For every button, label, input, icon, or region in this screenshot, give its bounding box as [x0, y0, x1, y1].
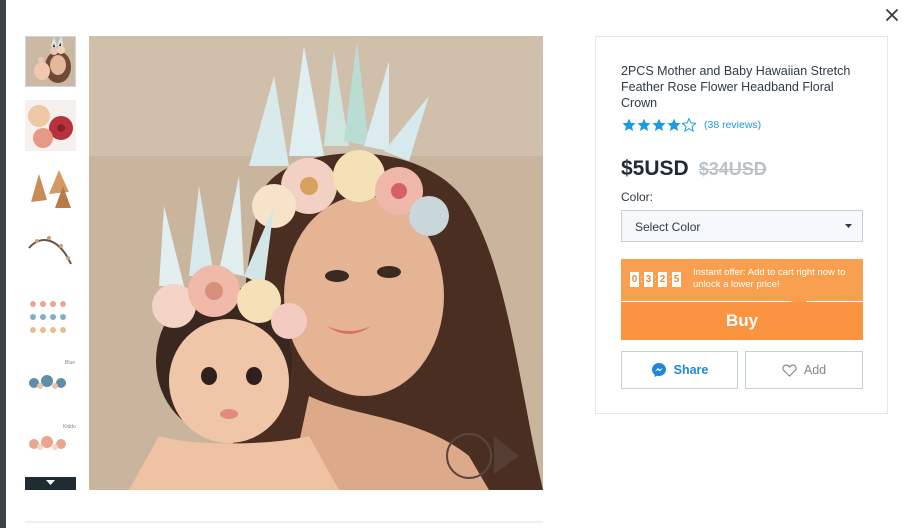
- main-product-image: [89, 36, 543, 490]
- offer-text: Instant offer: Add to cart right now to …: [693, 267, 846, 290]
- star-empty-icon: [682, 118, 696, 132]
- thumbnail-vine-band[interactable]: [25, 228, 76, 279]
- svg-text:Blue: Blue: [65, 360, 75, 366]
- star-filled-icon: [652, 118, 666, 131]
- buy-button[interactable]: Buy: [621, 302, 863, 340]
- instant-offer-banner: 0 : 3 : 2 : 5 Instant offer: Add to cart…: [621, 259, 863, 301]
- original-price: $34USD: [698, 159, 767, 179]
- thumbnail-feathers[interactable]: [25, 164, 76, 215]
- thumbnail-mother-baby-crowns[interactable]: [25, 36, 76, 87]
- add-to-wishlist-button[interactable]: Add: [745, 351, 863, 389]
- color-label: Color:: [621, 190, 654, 204]
- svg-text:Kiddos: Kiddos: [63, 424, 76, 430]
- current-price: $5USD: [621, 157, 689, 180]
- chevron-down-icon: [46, 480, 55, 485]
- thumbnail-rose-flowers[interactable]: [25, 100, 76, 151]
- star-filled-icon: [667, 118, 681, 131]
- thumbnail-pink-variant[interactable]: Kiddos: [25, 420, 76, 471]
- image-bottom-divider: [25, 521, 543, 523]
- star-rating: [622, 118, 697, 132]
- color-select-value: Select Color: [635, 220, 701, 234]
- star-filled-icon: [637, 118, 651, 131]
- thumbnail-strip: Blue Kiddos: [25, 36, 76, 490]
- share-label: Share: [673, 363, 709, 377]
- countdown-digit: 3: [644, 272, 653, 287]
- thumbnails-scroll-down-button[interactable]: [25, 477, 76, 490]
- share-button[interactable]: Share: [621, 351, 738, 389]
- thumbnail-blue-variant[interactable]: Blue: [25, 356, 76, 407]
- product-title: 2PCS Mother and Baby Hawaiian Stretch Fe…: [621, 64, 851, 110]
- buy-button-label: Buy: [725, 311, 759, 330]
- heart-icon: [782, 363, 797, 377]
- color-select[interactable]: Select Color: [621, 210, 863, 242]
- countdown-timer: 0 : 3 : 2 : 5: [630, 272, 681, 287]
- countdown-digit: 0: [630, 272, 639, 287]
- close-button[interactable]: [883, 6, 901, 24]
- rating-row: (38 reviews): [622, 117, 761, 133]
- product-info-panel: 2PCS Mother and Baby Hawaiian Stretch Fe…: [595, 36, 888, 414]
- close-icon: [886, 9, 898, 21]
- star-filled-icon: [622, 118, 636, 131]
- reviews-link[interactable]: (38 reviews): [704, 119, 761, 131]
- thumbnail-color-variants-rows[interactable]: [25, 292, 76, 343]
- caret-down-icon: [845, 224, 852, 228]
- messenger-icon: [651, 363, 666, 377]
- price-row: $5USD $34USD: [621, 157, 767, 181]
- countdown-digit: 2: [658, 272, 667, 287]
- countdown-digit: 5: [672, 272, 681, 287]
- add-label: Add: [803, 363, 827, 377]
- left-edge-bar: [0, 0, 6, 528]
